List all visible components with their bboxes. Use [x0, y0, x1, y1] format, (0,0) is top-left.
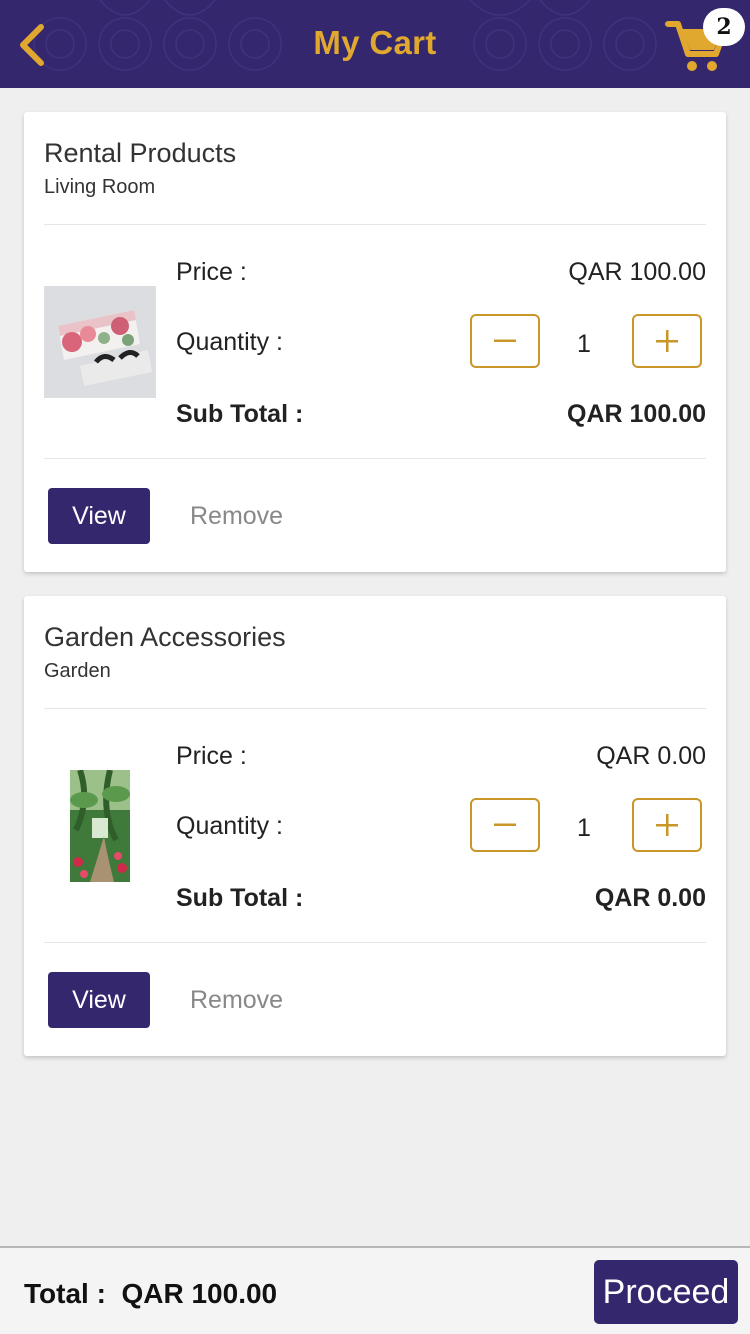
garden-product-image	[70, 770, 130, 882]
cart-count-badge: 2	[703, 8, 745, 46]
increase-quantity-button[interactable]	[632, 314, 702, 368]
price-label: Price :	[176, 258, 247, 286]
price-value: QAR 0.00	[596, 742, 706, 770]
divider	[44, 458, 706, 459]
view-button[interactable]: View	[48, 488, 150, 544]
app-header: My Cart	[0, 0, 750, 88]
view-button[interactable]: View	[48, 972, 150, 1028]
product-image[interactable]	[70, 770, 130, 882]
total-summary: Total : QAR 100.00	[24, 1278, 277, 1310]
quantity-label: Quantity :	[176, 328, 283, 356]
cart-item-card: Garden Accessories Garden Price : QAR 0.…	[24, 596, 726, 1056]
proceed-button[interactable]: Proceed	[594, 1260, 738, 1324]
total-label: Total :	[24, 1278, 106, 1309]
price-value: QAR 100.00	[568, 258, 706, 286]
remove-button[interactable]: Remove	[190, 502, 283, 531]
price-label: Price :	[176, 742, 247, 770]
quantity-label: Quantity :	[176, 812, 283, 840]
page-title: My Cart	[313, 24, 437, 61]
remove-button[interactable]: Remove	[190, 986, 283, 1015]
increase-quantity-button[interactable]	[632, 798, 702, 852]
plus-icon	[656, 330, 678, 352]
cart-item-card: Rental Products Living Room Price : QAR …	[24, 112, 726, 572]
divider	[44, 224, 706, 225]
subtotal-value: QAR 100.00	[567, 400, 706, 428]
decrease-quantity-button[interactable]	[470, 798, 540, 852]
item-category: Garden	[44, 660, 111, 682]
product-image[interactable]	[44, 286, 156, 398]
decrease-quantity-button[interactable]	[470, 314, 540, 368]
eyelashes-product-image	[44, 286, 156, 398]
item-title: Garden Accessories	[44, 622, 286, 652]
divider	[44, 942, 706, 943]
minus-icon	[494, 823, 516, 826]
plus-icon	[656, 814, 678, 836]
quantity-value: 1	[577, 814, 591, 842]
minus-icon	[494, 339, 516, 342]
total-value: QAR 100.00	[121, 1278, 278, 1309]
item-category: Living Room	[44, 176, 156, 198]
subtotal-label: Sub Total :	[176, 400, 304, 428]
quantity-value: 1	[577, 330, 591, 358]
subtotal-label: Sub Total :	[176, 884, 304, 912]
item-title: Rental Products	[44, 138, 237, 168]
divider	[44, 708, 706, 709]
checkout-footer: Total : QAR 100.00 Proceed	[0, 1246, 750, 1334]
subtotal-value: QAR 0.00	[594, 884, 706, 912]
